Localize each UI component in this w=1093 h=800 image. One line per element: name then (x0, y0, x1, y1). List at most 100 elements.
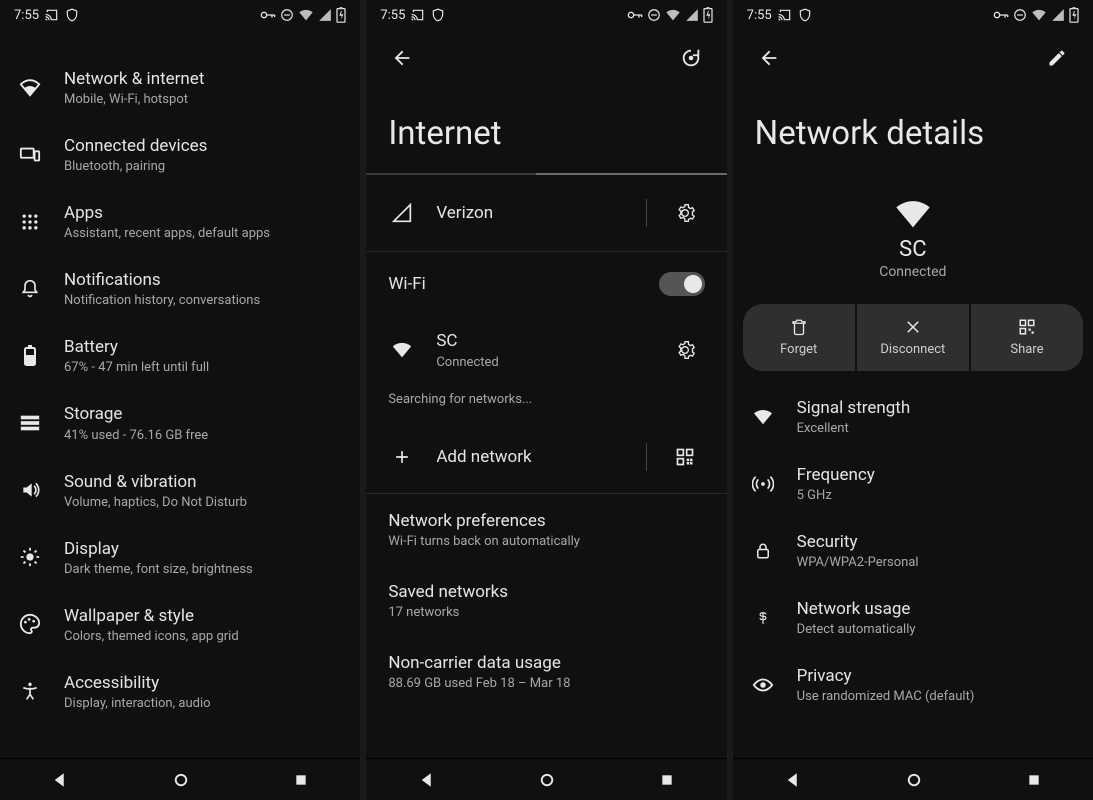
row-wallpaper[interactable]: Wallpaper & style Colors, themed icons, … (0, 591, 360, 658)
row-title: Frequency (797, 464, 1077, 486)
row-title: Saved networks (388, 581, 704, 603)
row-title: Network & internet (64, 68, 344, 90)
searching-text: Searching for networks... (366, 384, 726, 421)
qr-scan-button[interactable] (665, 437, 705, 477)
edit-button[interactable] (1037, 38, 1077, 78)
saved-networks-row[interactable]: Saved networks 17 networks (366, 565, 726, 636)
trash-icon (790, 318, 808, 336)
data-usage-row[interactable]: Non-carrier data usage 88.69 GB used Feb… (366, 636, 726, 707)
reset-icon (680, 47, 702, 69)
row-battery[interactable]: Battery 67% - 47 min left until full (0, 322, 360, 389)
bell-icon (20, 279, 40, 299)
signal-icon (392, 203, 412, 223)
close-icon (904, 318, 922, 336)
detail-security[interactable]: Security WPA/WPA2-Personal (733, 517, 1093, 584)
battery-status-icon (336, 7, 346, 23)
pill-label: Forget (780, 342, 817, 357)
nav-back-icon[interactable] (418, 771, 436, 789)
carrier-row[interactable]: Verizon (366, 175, 726, 251)
key-icon (627, 10, 643, 20)
row-connected-devices[interactable]: Connected devices Bluetooth, pairing (0, 121, 360, 188)
row-title: Network usage (797, 598, 1077, 620)
row-display[interactable]: Display Dark theme, font size, brightnes… (0, 524, 360, 591)
row-sub: Excellent (797, 421, 1077, 436)
internet-screen: 7:55 Internet Verizon (366, 0, 726, 800)
shield-icon (431, 8, 445, 22)
reset-button[interactable] (671, 38, 711, 78)
row-network-internet[interactable]: Network & internet Mobile, Wi-Fi, hotspo… (0, 54, 360, 121)
cast-icon (411, 8, 425, 22)
connected-network-row[interactable]: SC Connected (366, 316, 726, 384)
row-title: Connected devices (64, 135, 344, 157)
nav-recents-icon[interactable] (293, 772, 309, 788)
forget-button[interactable]: Forget (743, 304, 855, 371)
wifi-status-icon (1031, 8, 1047, 22)
disconnect-button[interactable]: Disconnect (857, 304, 969, 371)
wifi-status-icon (665, 8, 681, 22)
row-title: Storage (64, 403, 344, 425)
page-title: Internet (366, 86, 726, 173)
row-sub: Volume, haptics, Do Not Disturb (64, 495, 344, 510)
wifi-icon (391, 340, 413, 360)
wifi-toggle[interactable] (659, 272, 705, 296)
nav-home-icon[interactable] (172, 771, 190, 789)
status-bar: 7:55 (733, 0, 1093, 30)
battery-status-icon (1069, 7, 1079, 23)
wifi-icon (19, 77, 41, 99)
accessibility-icon (20, 680, 40, 702)
nav-back-icon[interactable] (51, 771, 69, 789)
row-sub: 67% - 47 min left until full (64, 360, 344, 375)
broadcast-icon (752, 473, 774, 495)
row-sound[interactable]: Sound & vibration Volume, haptics, Do No… (0, 457, 360, 524)
nav-back-icon[interactable] (784, 771, 802, 789)
signal-icon (318, 8, 332, 22)
network-details-screen: 7:55 Network details SC Connected Forget (733, 0, 1093, 800)
network-preferences-row[interactable]: Network preferences Wi-Fi turns back on … (366, 494, 726, 565)
carrier-settings-button[interactable] (665, 193, 705, 233)
wifi-status-icon (298, 8, 314, 22)
row-sub: 88.69 GB used Feb 18 – Mar 18 (388, 676, 704, 691)
detail-usage[interactable]: Network usage Detect automatically (733, 584, 1093, 651)
ssid: SC (899, 237, 926, 262)
detail-frequency[interactable]: Frequency 5 GHz (733, 450, 1093, 517)
status-time: 7:55 (380, 8, 405, 23)
row-sub: Wi-Fi turns back on automatically (388, 534, 704, 549)
detail-privacy[interactable]: Privacy Use randomized MAC (default) (733, 651, 1093, 718)
network-header: SC Connected (733, 173, 1093, 292)
row-sub: Display, interaction, audio (64, 696, 344, 711)
row-sub: Bluetooth, pairing (64, 159, 344, 174)
row-apps[interactable]: Apps Assistant, recent apps, default app… (0, 188, 360, 255)
back-button[interactable] (382, 38, 422, 78)
row-accessibility[interactable]: Accessibility Display, interaction, audi… (0, 658, 360, 725)
nav-recents-icon[interactable] (659, 772, 675, 788)
carrier-name: Verizon (436, 202, 615, 224)
row-title: Signal strength (797, 397, 1077, 419)
row-sub: Mobile, Wi-Fi, hotspot (64, 92, 344, 107)
nav-home-icon[interactable] (905, 771, 923, 789)
shield-icon (798, 8, 812, 22)
pill-label: Share (1010, 342, 1043, 357)
settings-root-screen: 7:55 Network & internet Mobile, Wi-Fi, h… (0, 0, 360, 800)
shield-icon (65, 8, 79, 22)
back-button[interactable] (749, 38, 789, 78)
key-icon (260, 10, 276, 20)
row-storage[interactable]: Storage 41% used - 76.16 GB free (0, 389, 360, 456)
row-sub: 5 GHz (797, 488, 1077, 503)
wifi-icon (752, 408, 774, 426)
share-button[interactable]: Share (971, 304, 1083, 371)
storage-icon (19, 413, 41, 433)
row-title: Accessibility (64, 672, 344, 694)
nav-home-icon[interactable] (538, 771, 556, 789)
row-title: Network preferences (388, 510, 704, 532)
row-notifications[interactable]: Notifications Notification history, conv… (0, 255, 360, 322)
battery-icon (23, 345, 37, 367)
wifi-label: Wi-Fi (388, 273, 638, 295)
add-network-row[interactable]: Add network (366, 421, 726, 493)
row-sub: 41% used - 76.16 GB free (64, 428, 344, 443)
cast-icon (778, 8, 792, 22)
nav-recents-icon[interactable] (1026, 772, 1042, 788)
network-settings-button[interactable] (665, 330, 705, 370)
row-title: Display (64, 538, 344, 560)
detail-signal[interactable]: Signal strength Excellent (733, 383, 1093, 450)
settings-list[interactable]: Network & internet Mobile, Wi-Fi, hotspo… (0, 30, 360, 758)
